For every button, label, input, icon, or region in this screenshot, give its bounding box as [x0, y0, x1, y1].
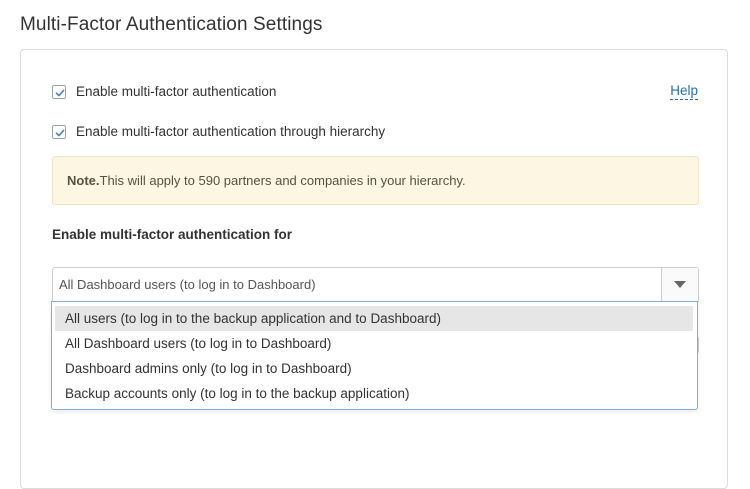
dropdown-option-all-users[interactable]: All users (to log in to the backup appli… [55, 306, 693, 331]
note-prefix: Note. [67, 173, 100, 188]
caret-down-icon [674, 281, 686, 288]
note-text: This will apply to 590 partners and comp… [99, 173, 466, 188]
enable-mfa-hierarchy-label: Enable multi-factor authentication throu… [76, 124, 386, 139]
dropdown-option-dashboard-admins[interactable]: Dashboard admins only (to log in to Dash… [55, 356, 693, 381]
select-toggle-button[interactable] [661, 268, 698, 301]
checkmark-icon [55, 129, 65, 136]
checkmark-icon [55, 89, 65, 96]
enable-mfa-hierarchy-checkbox[interactable] [52, 124, 66, 139]
mfa-for-select[interactable]: All Dashboard users (to log in to Dashbo… [52, 267, 699, 302]
help-link[interactable]: Help [670, 83, 698, 100]
mfa-settings-panel: Enable multi-factor authentication Help … [20, 49, 728, 489]
enable-mfa-checkbox[interactable] [52, 84, 66, 99]
mfa-for-selected-value: All Dashboard users (to log in to Dashbo… [59, 277, 316, 292]
mfa-for-label: Enable multi-factor authentication for [52, 227, 293, 242]
mfa-for-dropdown-list: All users (to log in to the backup appli… [51, 301, 698, 410]
dropdown-option-all-dashboard-users[interactable]: All Dashboard users (to log in to Dashbo… [55, 331, 693, 356]
enable-mfa-label: Enable multi-factor authentication [76, 84, 277, 99]
hierarchy-note: Note. This will apply to 590 partners and… [52, 156, 699, 205]
enable-mfa-hierarchy-row[interactable]: Enable multi-factor authentication throu… [52, 124, 385, 139]
enable-mfa-row[interactable]: Enable multi-factor authentication [52, 84, 276, 99]
page-title: Multi-Factor Authentication Settings [20, 14, 323, 35]
dropdown-option-backup-accounts[interactable]: Backup accounts only (to log in to the b… [55, 381, 693, 406]
